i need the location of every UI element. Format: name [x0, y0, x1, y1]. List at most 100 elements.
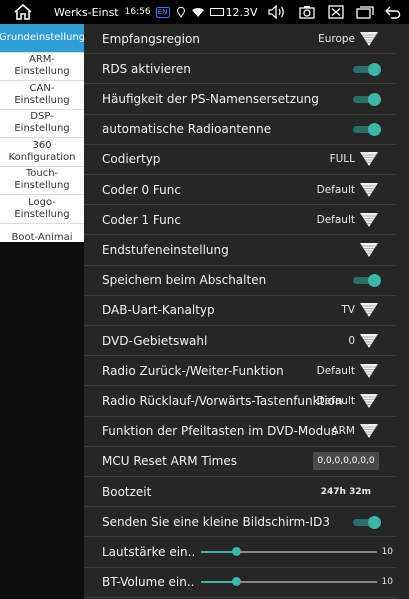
clock: 16:56 — [124, 7, 151, 17]
setting-row-radio-rucklauf-vorwarts-tastenfunktion[interactable]: Radio Rücklauf-/Vorwärts-Tastenfunktion D… — [84, 386, 397, 417]
dropdown-arrow-icon[interactable] — [359, 423, 379, 439]
camera-icon[interactable] — [296, 2, 318, 22]
dropdown-arrow-icon[interactable] — [359, 242, 379, 258]
setting-label: Senden Sie eine kleine Bildschirm-ID3 — [102, 514, 330, 529]
sidebar-background — [0, 242, 84, 599]
dropdown-arrow-icon[interactable] — [359, 333, 379, 349]
dropdown-arrow-icon[interactable] — [359, 393, 379, 409]
setting-label: BT-Volume ein.. — [102, 575, 195, 590]
back-icon[interactable] — [383, 2, 405, 22]
setting-row-radio-zuruck-weiter-funktion[interactable]: Radio Zurück-/Weiter-Funktion Default — [84, 356, 397, 387]
slider-thumb[interactable] — [232, 577, 241, 587]
battery-indicator: 12.3V — [209, 5, 258, 19]
setting-value: Europe — [318, 32, 355, 45]
slider-value: 10 — [381, 577, 393, 588]
recent-apps-icon[interactable] — [354, 2, 376, 22]
setting-value: TV — [341, 304, 355, 317]
setting-label: automatische Radioantenne — [102, 122, 272, 137]
setting-row-bootzeit[interactable]: Bootzeit 247h 32m — [84, 477, 397, 508]
wifi-icon — [191, 5, 204, 19]
slider-value: 10 — [381, 546, 393, 557]
dropdown-arrow-icon[interactable] — [359, 212, 379, 228]
setting-row-codiertyp[interactable]: Codiertyp FULL — [84, 145, 397, 175]
scrollbar[interactable] — [397, 24, 409, 599]
home-icon[interactable] — [12, 2, 34, 22]
volume-icon[interactable] — [266, 2, 288, 22]
setting-label: Coder 1 Func — [102, 212, 181, 227]
toggle-switch[interactable] — [353, 62, 381, 76]
setting-label: MCU Reset ARM Times — [102, 454, 237, 469]
setting-row-haufigkeit-der-ps-namensersetzung[interactable]: Häufigkeit der PS-Namensersetzung — [84, 84, 397, 115]
toggle-thumb — [368, 515, 381, 529]
setting-row-coder-0-func[interactable]: Coder 0 Func Default — [84, 175, 397, 206]
setting-label: Bootzeit — [102, 484, 152, 499]
status-bar: Werks-Einst 16:56 EN 12.3V — [0, 0, 409, 24]
dropdown-arrow-icon[interactable] — [359, 363, 379, 379]
toggle-switch[interactable] — [353, 92, 381, 106]
sidebar-item-dsp-einstellung[interactable]: DSP-Einstellung — [0, 110, 84, 138]
toggle-switch[interactable] — [353, 123, 381, 137]
setting-row-dvd-gebietswahl[interactable]: DVD-Gebietswahl 0 — [84, 326, 397, 357]
settings-list: Empfangsregion Europe RDS aktivieren Häufig… — [84, 24, 409, 599]
setting-label: Häufigkeit der PS-Namensersetzung — [102, 91, 319, 106]
setting-row-coder-1-func[interactable]: Coder 1 Func Default — [84, 205, 397, 236]
slider-thumb[interactable] — [232, 546, 241, 556]
sidebar-item-360-konfiguration[interactable]: 360 Konfiguration — [0, 138, 84, 167]
sidebar-item-grundeinstellung[interactable]: Grundeinstellung — [0, 24, 84, 53]
setting-value: FULL — [329, 153, 355, 166]
setting-label: Radio Zurück-/Weiter-Funktion — [102, 363, 284, 378]
setting-label: Radio Rücklauf-/Vorwärts-Tastenfunktion — [102, 393, 343, 408]
dropdown-arrow-icon[interactable] — [359, 151, 379, 167]
setting-row-empfangsregion[interactable]: Empfangsregion Europe — [84, 24, 397, 55]
setting-label: Empfangsregion — [102, 31, 200, 46]
toggle-thumb — [368, 274, 381, 288]
setting-label: Coder 0 Func — [102, 182, 181, 197]
sidebar-item-touch-einstellung[interactable]: Touch-Einstellung — [0, 167, 84, 195]
sidebar-item-can-einstellung[interactable]: CAN-Einstellung — [0, 81, 84, 110]
setting-row-funktion-der-pfeiltasten-im-dvd-modus[interactable]: Funktion der Pfeiltasten im DVD-Modus ARM — [84, 417, 397, 447]
setting-row-automatische-radioantenne[interactable]: automatische Radioantenne — [84, 115, 397, 145]
setting-row-lautstarke-ein[interactable]: Lautstärke ein.. 10 — [84, 537, 397, 568]
setting-row-bt-volume-ein[interactable]: BT-Volume ein.. 10 — [84, 568, 397, 598]
volume-slider[interactable] — [201, 576, 377, 588]
setting-value: Default — [316, 364, 355, 377]
slider-fill — [201, 581, 236, 584]
setting-label: Endstufeneinstellung — [102, 242, 229, 257]
sidebar-item-logo-einstellung[interactable]: Logo-Einstellung — [0, 195, 84, 224]
setting-value: 0 — [348, 334, 355, 347]
setting-label: DVD-Gebietswahl — [102, 333, 208, 348]
setting-row-speichern-beim-abschalten[interactable]: Speichern beim Abschalten — [84, 266, 397, 296]
setting-label: Speichern beim Abschalten — [102, 273, 267, 288]
sidebar-item-arm-einstellung[interactable]: ARM-Einstellung — [0, 53, 84, 81]
toggle-switch[interactable] — [353, 274, 381, 288]
slider-fill — [201, 550, 236, 553]
setting-row-endstufeneinstellung[interactable]: Endstufeneinstellung — [84, 235, 397, 266]
window-title: Werks-Einst — [54, 5, 119, 19]
setting-row-rds-aktivieren[interactable]: RDS aktivieren — [84, 54, 397, 85]
dropdown-arrow-icon[interactable] — [359, 31, 379, 47]
setting-label: Codiertyp — [102, 152, 161, 167]
setting-label: DAB-Uart-Kanaltyp — [102, 303, 215, 318]
location-icon — [175, 5, 187, 19]
language-badge: EN — [155, 6, 170, 18]
setting-row-dab-uart-kanaltyp[interactable]: DAB-Uart-Kanaltyp TV — [84, 296, 397, 326]
setting-row-senden-sie-eine-kleine-bildschirm-id3[interactable]: Senden Sie eine kleine Bildschirm-ID3 — [84, 507, 397, 538]
toggle-thumb — [368, 62, 381, 76]
dropdown-arrow-icon[interactable] — [359, 302, 379, 318]
toggle-switch[interactable] — [353, 515, 381, 529]
setting-row-mcu-reset-arm-times[interactable]: MCU Reset ARM Times 0,0,0,0,0,0,0 — [84, 447, 397, 477]
battery-icon — [209, 8, 224, 16]
setting-value: ARM — [331, 425, 355, 438]
close-window-icon[interactable] — [325, 2, 347, 22]
toggle-thumb — [368, 92, 381, 106]
setting-label: Lautstärke ein.. — [102, 544, 196, 559]
setting-label: RDS aktivieren — [102, 61, 191, 76]
setting-value: Default — [316, 394, 355, 407]
battery-voltage: 12.3V — [225, 5, 258, 19]
setting-value: 247h 32m — [320, 486, 371, 497]
toggle-thumb — [368, 123, 381, 137]
setting-value: Default — [316, 183, 355, 196]
volume-slider[interactable] — [201, 546, 377, 558]
mcu-reset-times-button[interactable]: 0,0,0,0,0,0,0 — [313, 452, 379, 471]
dropdown-arrow-icon[interactable] — [359, 182, 379, 198]
